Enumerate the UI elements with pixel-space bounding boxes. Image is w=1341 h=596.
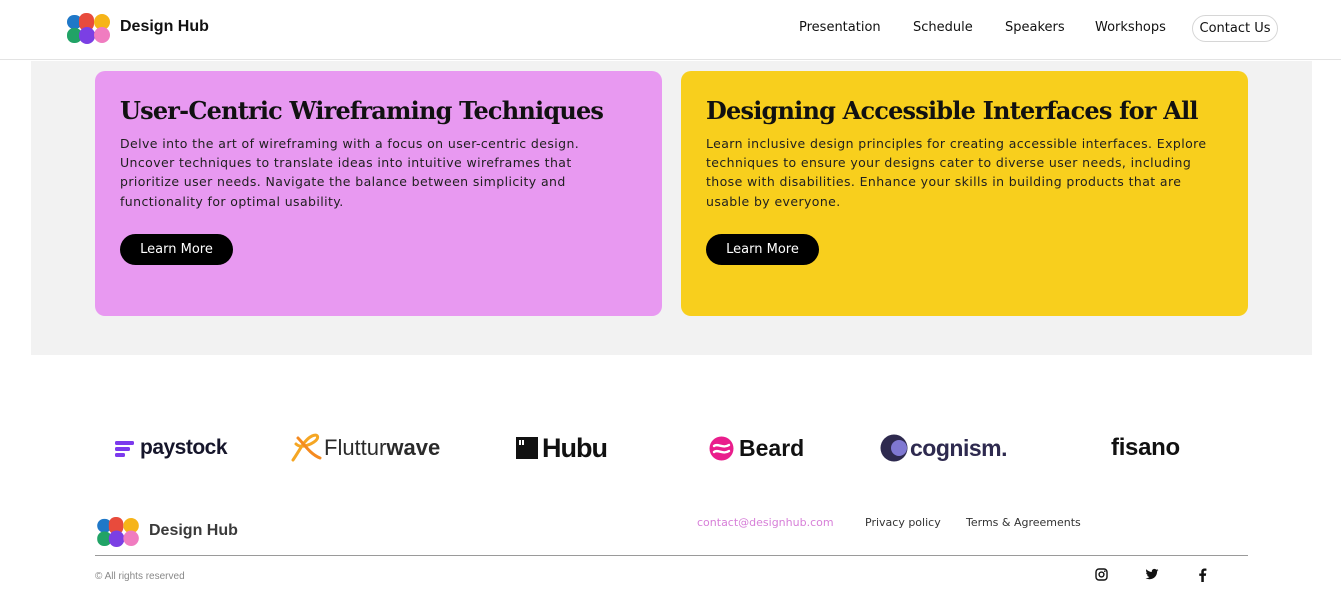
card-description: Learn inclusive design principles for cr…	[706, 136, 1207, 209]
partner-logo-flutterwave: Fluttur wave	[290, 430, 440, 466]
copyright-text: © All rights reserved	[95, 571, 185, 582]
site-header: Design Hub Presentation Schedule Speaker…	[0, 0, 1341, 60]
workshop-card-wireframing: User-Centric Wireframing Techniques Delv…	[95, 71, 662, 316]
footer-divider	[95, 555, 1248, 556]
learn-more-button[interactable]: Learn More	[120, 234, 233, 265]
partner-name: cognism.	[910, 434, 1007, 461]
design-hub-logo[interactable]	[67, 13, 111, 44]
partner-name: fisano	[1111, 434, 1180, 461]
nav-speakers[interactable]: Speakers	[1005, 20, 1065, 35]
nav-presentation[interactable]: Presentation	[799, 20, 881, 35]
partner-name-a: Fluttur	[324, 435, 387, 460]
contact-us-button[interactable]: Contact Us	[1192, 15, 1278, 42]
partner-logo-fisano: fisano	[1111, 430, 1180, 466]
partner-name: Hubu	[542, 432, 608, 463]
footer-brand-name: Design Hub	[149, 522, 238, 539]
hubu-icon	[516, 437, 538, 459]
brand-name[interactable]: Design Hub	[120, 18, 209, 36]
nav-workshops[interactable]: Workshops	[1095, 20, 1166, 35]
workshop-card-accessibility: Designing Accessible Interfaces for All …	[681, 71, 1248, 316]
nav-schedule[interactable]: Schedule	[913, 20, 973, 35]
contact-email-link[interactable]: contact@designhub.com	[697, 516, 834, 529]
card-title: Designing Accessible Interfaces for All	[706, 96, 1199, 125]
cognism-icon	[880, 434, 908, 462]
privacy-policy-link[interactable]: Privacy policy	[865, 516, 941, 529]
partner-logo-hubu: Hubu	[516, 430, 608, 466]
card-title: User-Centric Wireframing Techniques	[120, 96, 604, 125]
partner-logo-beard: Beard	[709, 430, 804, 466]
beard-icon	[709, 436, 734, 460]
partner-logo-cognism: cognism.	[880, 430, 1007, 466]
flutterwave-icon	[291, 433, 322, 462]
partner-name: Beard	[739, 434, 805, 461]
partner-name: paystock	[140, 436, 228, 459]
terms-link[interactable]: Terms & Agreements	[966, 516, 1081, 529]
facebook-icon[interactable]	[1198, 568, 1212, 582]
learn-more-button[interactable]: Learn More	[706, 234, 819, 265]
twitter-icon[interactable]	[1145, 568, 1159, 582]
design-hub-logo[interactable]	[97, 517, 140, 547]
partner-logo-paystock: paystock	[115, 430, 228, 466]
instagram-icon[interactable]	[1095, 568, 1109, 582]
partner-name-b: wave	[386, 435, 441, 460]
card-description: Delve into the art of wireframing with a…	[120, 136, 580, 209]
paystock-icon	[115, 441, 134, 457]
